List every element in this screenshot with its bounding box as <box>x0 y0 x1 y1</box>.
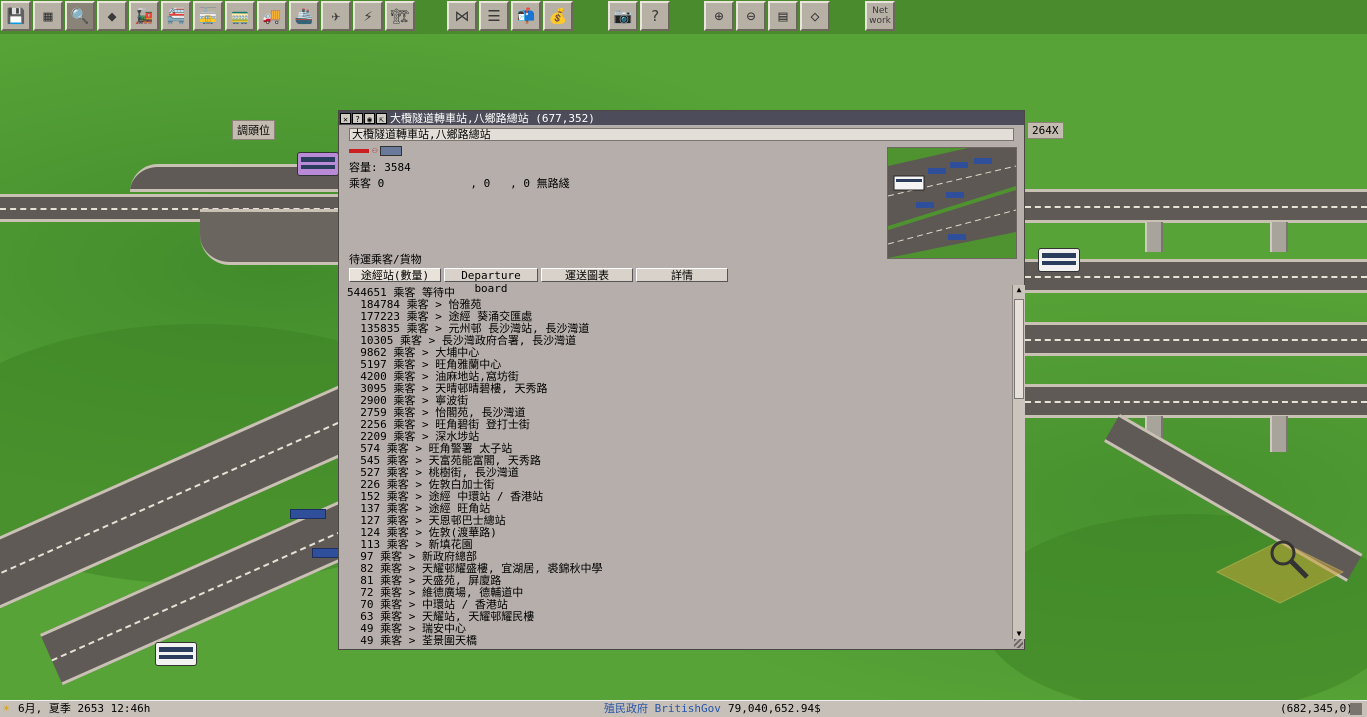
special-tool-icon: 🏗 <box>390 6 410 25</box>
save-tool-button[interactable]: 💾 <box>1 1 31 31</box>
air-tool-button[interactable]: ✈ <box>321 1 351 31</box>
window-titlebar[interactable]: ✕ ? ◉ ⇱ 大欖隧道轉車站,八鄉路總站 (677,352) <box>339 111 1024 125</box>
highway-segment <box>1025 189 1367 223</box>
network-status-icon <box>1350 703 1362 715</box>
terraform-tool-icon: ◆ <box>107 6 117 25</box>
bridge-pillar <box>1270 222 1288 252</box>
station-type-icons: ⚇ <box>349 146 403 156</box>
screenshot-tool-button[interactable]: 📷 <box>608 1 638 31</box>
road-tool-icon: 🚚 <box>262 6 282 25</box>
bridge-pillar <box>1270 416 1288 452</box>
save-tool-icon: 💾 <box>6 6 26 25</box>
waiting-passenger-list[interactable]: 544651 乘客 等待中 184784 乘客 > 怡雅苑 177223 乘客 … <box>347 287 1007 649</box>
station-view-thumbnail[interactable] <box>887 147 1017 259</box>
tab-transport-chart[interactable]: 運送圖表 <box>541 268 633 282</box>
zoom-in-tool-icon: ⊕ <box>714 6 724 25</box>
bus-shelter <box>290 509 326 519</box>
mail-tool-icon: 📬 <box>516 6 536 25</box>
grid-tool-icon: ◇ <box>810 6 820 25</box>
tab-departure-board[interactable]: Departure board <box>444 268 538 295</box>
company-name: 殖民政府 BritishGov <box>604 702 721 715</box>
terraform-tool-button[interactable]: ◆ <box>97 1 127 31</box>
powerline-tool-button[interactable]: ⚡ <box>353 1 383 31</box>
list-tool-icon: ☰ <box>487 6 501 25</box>
road-segment <box>200 209 340 265</box>
sun-icon: ☀ <box>3 702 10 715</box>
station-info-window: ✕ ? ◉ ⇱ 大欖隧道轉車站,八鄉路總站 (677,352) 大欖隧道轉車站,… <box>338 110 1025 650</box>
zoom-in-tool-button[interactable]: ⊕ <box>704 1 734 31</box>
monorail-tool-icon: 🚝 <box>166 6 186 25</box>
track-view-tool-icon: ▤ <box>778 6 788 25</box>
lines-tool-button[interactable]: ⋈ <box>447 1 477 31</box>
map-tool-button[interactable]: ▦ <box>33 1 63 31</box>
special-tool-button[interactable]: 🏗 <box>385 1 415 31</box>
screenshot-tool-icon: 📷 <box>613 6 633 25</box>
date-text: 6月, 夏季 2653 12:46h <box>18 702 151 715</box>
monorail-tool-button[interactable]: 🚝 <box>161 1 191 31</box>
capacity-text: 容量: 3584 <box>349 161 411 174</box>
sticky-icon[interactable]: ⇱ <box>376 112 387 124</box>
zoom-out-tool-icon: ⊖ <box>746 6 756 25</box>
finance-tool-icon: 💰 <box>548 6 568 25</box>
highway-segment <box>1025 384 1367 418</box>
help-icon[interactable]: ? <box>352 112 363 124</box>
scroll-up-icon[interactable]: ▲ <box>1014 285 1024 295</box>
scroll-thumb[interactable] <box>1014 299 1024 399</box>
map-tool-icon: ▦ <box>43 6 53 25</box>
inspect-cursor-icon <box>1215 540 1345 604</box>
track-view-tool-button[interactable]: ▤ <box>768 1 798 31</box>
grid-tool-button[interactable]: ◇ <box>800 1 830 31</box>
list-tool-button[interactable]: ☰ <box>479 1 509 31</box>
tab-via-stations[interactable]: 途經站(數量) <box>349 268 441 282</box>
tram-tool-button[interactable]: 🚋 <box>193 1 223 31</box>
cursor-coords: (682,345,0) <box>1280 702 1353 715</box>
ship-tool-icon: 🚢 <box>294 6 314 25</box>
inspect-tool-button[interactable]: 🔍 <box>65 1 95 31</box>
zoom-out-tool-button[interactable]: ⊖ <box>736 1 766 31</box>
ship-tool-button[interactable]: 🚢 <box>289 1 319 31</box>
waiting-heading: 待運乘客/貨物 <box>349 253 422 266</box>
tram2-tool-icon: 🚃 <box>230 6 250 25</box>
bridge-pillar <box>1145 222 1163 252</box>
powerline-tool-icon: ⚡ <box>363 6 373 25</box>
road-tool-button[interactable]: 🚚 <box>257 1 287 31</box>
main-toolbar: 💾 ▦ 🔍 ◆ 🚂 🚝 🚋 🚃 🚚 🚢 ✈ ⚡ 🏗 ⋈ ☰ 📬 💰 📷? ⊕ ⊖ ▤ ◇ Net work <box>0 0 1367 34</box>
air-tool-icon: ✈ <box>331 6 341 25</box>
resize-grip-icon[interactable] <box>1014 639 1023 648</box>
info-tabs: 途經站(數量) Departure board 運送圖表 詳情 <box>349 268 728 295</box>
sign-label[interactable]: 調頭位 <box>232 120 275 140</box>
list-item: 49 乘客 > 荃景圍天橋 <box>347 634 477 647</box>
scroll-down-icon[interactable]: ▼ <box>1014 629 1024 639</box>
sign-label[interactable]: 264X <box>1027 122 1064 139</box>
tram-tool-icon: 🚋 <box>198 6 218 25</box>
company-money: 79,040,652.94$ <box>728 702 821 715</box>
help-tool-icon: ? <box>650 6 660 25</box>
people-icon: ⚇ <box>372 146 378 156</box>
inspect-tool-icon: 🔍 <box>70 6 90 25</box>
bus-vehicle[interactable] <box>155 642 197 666</box>
highway-segment <box>1025 322 1367 356</box>
network-button[interactable]: Net work <box>865 1 895 31</box>
bus-vehicle[interactable] <box>297 152 339 176</box>
list-scrollbar[interactable]: ▲ ▼ <box>1012 285 1025 639</box>
lines-tool-icon: ⋈ <box>454 6 470 25</box>
status-bar: ☀ 6月, 夏季 2653 12:46h 殖民政府 BritishGov 79,… <box>0 700 1367 717</box>
station-view-image <box>888 148 1016 258</box>
tram2-tool-button[interactable]: 🚃 <box>225 1 255 31</box>
tab-details[interactable]: 詳情 <box>636 268 728 282</box>
rail-tool-icon: 🚂 <box>134 6 154 25</box>
close-icon[interactable]: ✕ <box>340 112 351 124</box>
bus-vehicle[interactable] <box>1038 248 1080 272</box>
rail-tool-button[interactable]: 🚂 <box>129 1 159 31</box>
goto-icon[interactable]: ◉ <box>364 112 375 124</box>
passenger-icon <box>349 149 369 153</box>
passengers-summary: 乘客 0 , 0 , 0 無路綫 <box>349 177 570 190</box>
help-tool-button[interactable]: ? <box>640 1 670 31</box>
station-name-input[interactable]: 大欖隧道轉車站,八鄉路總站 <box>349 128 1014 141</box>
bus-stop-icon <box>380 146 403 156</box>
finance-tool-button[interactable]: 💰 <box>543 1 573 31</box>
mail-tool-button[interactable]: 📬 <box>511 1 541 31</box>
window-title: 大欖隧道轉車站,八鄉路總站 (677,352) <box>390 112 595 125</box>
